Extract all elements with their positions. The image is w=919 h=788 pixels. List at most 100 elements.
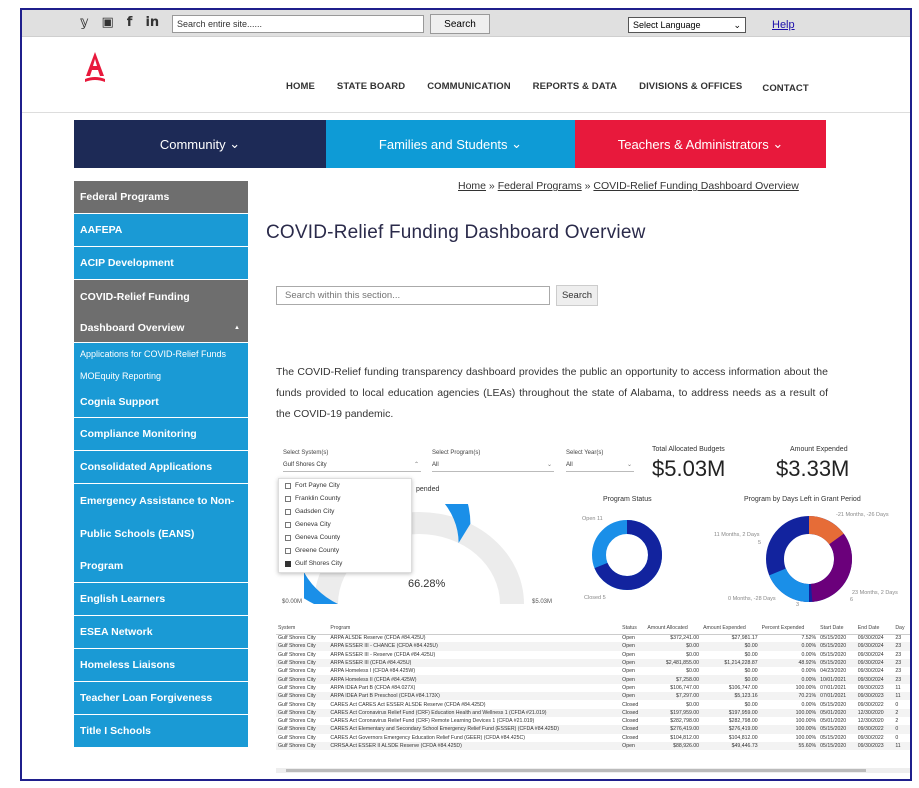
table-row[interactable]: Gulf Shores City CARES Act Coronavirus Re…: [276, 708, 910, 717]
sidebar-item-homeless-liaisons[interactable]: Homeless Liaisons: [74, 649, 248, 682]
table-cell: Gulf Shores City: [278, 651, 316, 658]
column-header[interactable]: Start Date: [818, 622, 856, 635]
audience-community[interactable]: Community ⌄: [74, 120, 326, 168]
table-row[interactable]: Gulf Shores City ARPA ESSER III (CFDA #84…: [276, 658, 910, 668]
table-row[interactable]: Gulf Shores City CARES Act Elementary and…: [276, 725, 910, 734]
table-cell: 12/30/2020: [855, 708, 894, 717]
nav-contact[interactable]: CONTACT: [762, 83, 808, 94]
audience-label: Families and Students: [378, 136, 508, 152]
column-header[interactable]: System: [276, 622, 329, 635]
table-cell: 05/15/2020: [820, 701, 847, 708]
column-header[interactable]: Amount Allocated: [645, 622, 702, 635]
gauge-percent: 66.28%: [408, 578, 446, 590]
sidebar-item-eans-1[interactable]: Emergency Assistance to Non-: [74, 484, 248, 517]
table-row[interactable]: Gulf Shores City CRRSA Act ESSER II ALSDE…: [276, 741, 910, 751]
checkbox-icon: [285, 547, 291, 554]
sidebar-subitem-applications[interactable]: Applications for COVID-Relief Funds: [74, 343, 248, 365]
dropdown-option[interactable]: Geneva City: [279, 518, 411, 531]
dropdown-option[interactable]: Gadsden City: [279, 505, 411, 518]
site-search-button[interactable]: Search: [430, 14, 490, 34]
dropdown-option[interactable]: Greene County: [279, 544, 411, 557]
nav-state-board[interactable]: STATE BOARD: [337, 81, 405, 94]
sidebar-item-english-learners[interactable]: English Learners: [74, 583, 248, 616]
sidebar-item-teacher-loan[interactable]: Teacher Loan Forgiveness: [74, 682, 248, 715]
table-row[interactable]: Gulf Shores City ARPA Homeless I (CFDA #8…: [276, 667, 910, 675]
table-cell: 0.00%: [759, 642, 819, 651]
checkbox-icon: [285, 521, 291, 528]
column-header[interactable]: Day: [893, 622, 910, 635]
filter-years[interactable]: All ⌄: [566, 460, 634, 472]
alsde-logo-icon[interactable]: [84, 50, 106, 86]
column-header[interactable]: Percent Expended: [759, 622, 819, 635]
sidebar-item-dashboard-overview[interactable]: Dashboard Overview ▲: [74, 313, 248, 343]
filter-systems[interactable]: Gulf Shores City ⌃: [283, 460, 421, 472]
filter-value: All: [566, 462, 573, 468]
sidebar-item-federal-programs[interactable]: Federal Programs: [74, 181, 248, 214]
column-header[interactable]: Amount Expended: [701, 622, 760, 635]
table-row[interactable]: Gulf Shores City ARPA IDEA Part B Prescho…: [276, 692, 910, 701]
table-cell: Gulf Shores City: [276, 708, 329, 717]
sidebar-item-program[interactable]: Program: [74, 550, 248, 583]
sidebar-item-cognia[interactable]: Cognia Support: [74, 386, 248, 418]
column-header[interactable]: Status: [620, 622, 646, 635]
column-header[interactable]: Program: [328, 622, 621, 635]
sidebar-item-esea-network[interactable]: ESEA Network: [74, 616, 248, 649]
sidebar-item-consolidated[interactable]: Consolidated Applications: [74, 451, 248, 484]
table-row[interactable]: Gulf Shores City CARES Act Coronavirus Re…: [276, 717, 910, 725]
table-row[interactable]: Gulf Shores City ARPA Homeless II (CFDA #…: [276, 675, 910, 684]
language-select-value: Select Language: [633, 20, 701, 30]
dropdown-option[interactable]: Geneva County: [279, 531, 411, 544]
linkedin-icon[interactable]: in: [145, 15, 159, 30]
sidebar-item-covid-relief[interactable]: COVID-Relief Funding: [74, 280, 248, 313]
nav-divisions-offices[interactable]: DIVISIONS & OFFICES: [639, 81, 742, 94]
table-row[interactable]: Gulf Shores City ARPA ESSER III - Reserve…: [276, 651, 910, 659]
table-row[interactable]: Gulf Shores City CARES Act Governors Emer…: [276, 734, 910, 742]
table-row[interactable]: Gulf Shores City ARPA IDEA Part B (CFDA #…: [276, 684, 910, 692]
sidebar-item-eans-2[interactable]: Public Schools (EANS): [74, 517, 248, 550]
table-cell: $282,798.00: [728, 718, 758, 725]
table-row[interactable]: Gulf Shores City ARPA ALSDE Reserve (CFDA…: [276, 634, 910, 642]
table-row[interactable]: Gulf Shores City CARES Act CARES Act ESSE…: [276, 700, 910, 708]
site-search-input[interactable]: [172, 15, 424, 33]
nav-communication[interactable]: COMMUNICATION: [427, 81, 510, 94]
dropdown-option[interactable]: Gulf Shores City: [279, 557, 411, 570]
breadcrumb-home[interactable]: Home: [458, 180, 486, 192]
table-cell: Gulf Shores City: [276, 658, 329, 668]
table-cell: Gulf Shores City: [278, 635, 316, 642]
breadcrumb-current[interactable]: COVID-Relief Funding Dashboard Overview: [593, 180, 798, 192]
filter-label-years: Select Year(s): [566, 450, 604, 456]
table-cell: Closed: [622, 734, 639, 741]
breadcrumb-federal-programs[interactable]: Federal Programs: [498, 180, 582, 192]
table-cell: Closed: [620, 708, 646, 717]
sidebar-item-compliance[interactable]: Compliance Monitoring: [74, 418, 248, 451]
audience-teachers-admins[interactable]: Teachers & Administrators ⌄: [575, 120, 826, 168]
sidebar-item-acip[interactable]: ACIP Development: [74, 247, 248, 280]
table-cell: 2: [895, 718, 899, 725]
table-cell: $0.00: [701, 675, 760, 684]
filter-programs[interactable]: All ⌄: [432, 460, 554, 472]
flickr-icon[interactable]: ▣: [101, 15, 113, 30]
nav-reports-data[interactable]: REPORTS & DATA: [533, 81, 617, 94]
table-cell: Closed: [620, 725, 646, 734]
table-cell: ARPA ESSER III - Reserve (CFDA #84.425U): [330, 651, 436, 658]
dropdown-option[interactable]: Fort Payne City: [279, 479, 411, 492]
table-cell: $197,959.00: [701, 708, 760, 717]
sidebar-item-aafepa[interactable]: AAFEPA: [74, 214, 248, 247]
column-header[interactable]: End Date: [855, 622, 894, 635]
option-label: Gulf Shores City: [295, 560, 343, 567]
chevron-down-icon: ⌄: [546, 462, 552, 468]
section-search-button[interactable]: Search: [556, 285, 598, 306]
nav-home[interactable]: HOME: [286, 81, 315, 94]
sidebar-item-title-i[interactable]: Title I Schools: [74, 715, 248, 748]
horizontal-scrollbar[interactable]: [276, 768, 910, 773]
scrollbar-thumb[interactable]: [286, 769, 866, 772]
sidebar-subitem-moequity[interactable]: MOEquity Reporting: [74, 365, 248, 386]
help-link[interactable]: Help: [772, 19, 795, 31]
table-row[interactable]: Gulf Shores City ARPA ESSER III - CHANCE …: [276, 642, 910, 651]
language-select[interactable]: Select Language ⌄: [628, 17, 746, 33]
facebook-icon[interactable]: f: [127, 15, 133, 30]
audience-families-students[interactable]: Families and Students ⌄: [326, 120, 575, 168]
section-search-input[interactable]: [276, 286, 550, 305]
dropdown-option[interactable]: Franklin County: [279, 492, 411, 505]
twitter-icon[interactable]: 𝕪: [80, 15, 88, 30]
